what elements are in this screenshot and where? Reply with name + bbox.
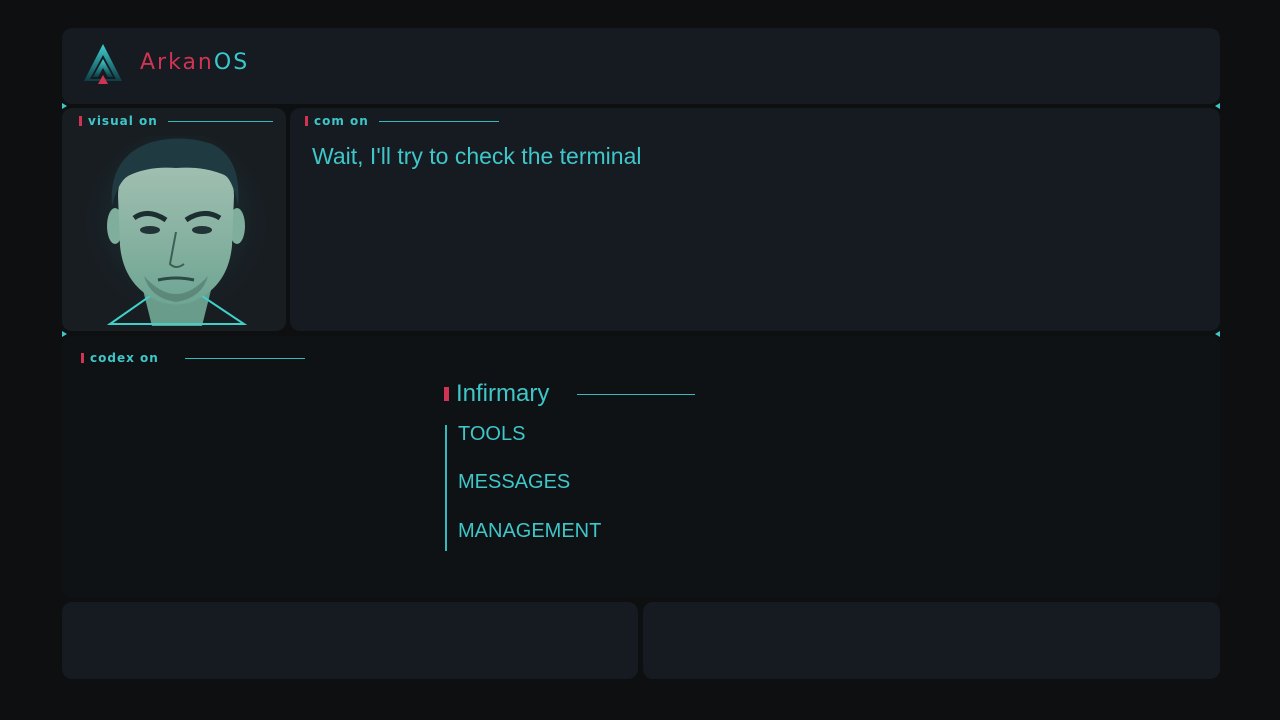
app-brand: ArkanOS bbox=[140, 50, 249, 75]
codex-panel: codex on bbox=[62, 336, 1220, 598]
bottom-left-panel bbox=[62, 602, 638, 679]
com-label: com on bbox=[305, 114, 499, 128]
menu-rail bbox=[445, 425, 447, 551]
arkan-logo-icon bbox=[84, 44, 122, 84]
com-label-text: com on bbox=[314, 114, 369, 128]
section-title: Infirmary bbox=[444, 380, 696, 408]
menu-item-messages[interactable]: MESSAGES bbox=[458, 471, 570, 494]
bottom-right-panel bbox=[643, 602, 1220, 679]
section-title-text: Infirmary bbox=[456, 380, 550, 407]
brand-name-part2: OS bbox=[213, 50, 250, 75]
codex-label: codex on bbox=[81, 351, 305, 365]
codex-label-text: codex on bbox=[90, 351, 159, 365]
com-message: Wait, I'll try to check the terminal bbox=[312, 143, 642, 169]
corner-marker-icon bbox=[62, 331, 67, 337]
corner-marker-icon bbox=[1215, 331, 1220, 337]
corner-marker-icon bbox=[1215, 103, 1220, 109]
menu-item-management[interactable]: MANAGEMENT bbox=[458, 520, 601, 543]
avatar-portrait bbox=[86, 136, 266, 326]
visual-panel: visual on bbox=[62, 108, 286, 331]
visual-label: visual on bbox=[79, 114, 273, 128]
com-panel: com on bbox=[290, 108, 1220, 331]
visual-label-text: visual on bbox=[88, 114, 158, 128]
brand-name-part1: Arkan bbox=[140, 50, 214, 75]
menu-item-tools[interactable]: TOOLS bbox=[458, 423, 525, 446]
corner-marker-icon bbox=[62, 103, 67, 109]
